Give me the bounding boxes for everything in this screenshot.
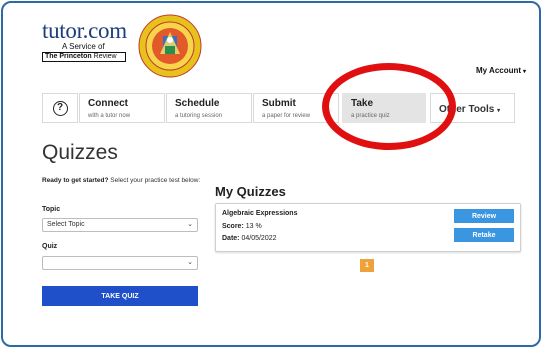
score-value: 13 % xyxy=(243,223,262,230)
topic-select-value: Select Topic xyxy=(47,221,85,228)
my-quizzes-heading: My Quizzes xyxy=(215,184,286,199)
chevron-down-icon: ⌄ xyxy=(187,259,193,266)
quiz-date: Date: 04/05/2022 xyxy=(222,235,277,242)
princeton-review-badge: The Princeton Review xyxy=(42,52,126,62)
service-of-text: A Service of xyxy=(62,42,105,51)
nav-tile-connect[interactable]: Connect with a tutor now xyxy=(79,93,165,123)
chevron-down-icon: ⌄ xyxy=(187,221,193,228)
date-label: Date: xyxy=(222,235,240,242)
score-label: Score: xyxy=(222,223,244,230)
highlight-ring-annotation xyxy=(322,63,456,150)
retake-button[interactable]: Retake xyxy=(454,228,514,242)
nav-tile-schedule[interactable]: Schedule a tutoring session xyxy=(166,93,252,123)
princeton-rest-text: Review xyxy=(91,53,117,60)
nav-tile-subtitle: with a tutor now xyxy=(88,113,131,119)
tutor-com-wordmark: tutor.com xyxy=(42,18,127,43)
page-title: Quizzes xyxy=(42,141,118,164)
quiz-select[interactable]: ⌄ xyxy=(42,256,198,270)
intro-bold-text: Ready to get started? xyxy=(42,177,109,184)
chevron-down-icon: ▾ xyxy=(523,69,527,75)
nav-tile-title: Connect xyxy=(88,98,128,109)
take-quiz-button[interactable]: TAKE QUIZ xyxy=(42,286,198,306)
quiz-score: Score: 13 % xyxy=(222,223,262,230)
lausd-seal-logo xyxy=(138,14,202,78)
intro-rest-text: Select your practice test below: xyxy=(108,177,201,184)
tutor-com-logo[interactable]: tutor.com A Service of The Princeton Rev… xyxy=(42,18,127,62)
topic-select[interactable]: Select Topic ⌄ xyxy=(42,218,198,232)
help-icon: ? xyxy=(52,100,68,116)
princeton-bold-text: The Princeton xyxy=(45,53,92,60)
nav-tile-subtitle: a tutoring session xyxy=(175,113,223,119)
chevron-down-icon: ▾ xyxy=(497,108,501,114)
my-account-menu[interactable]: My Account ▾ xyxy=(476,66,526,75)
review-button[interactable]: Review xyxy=(454,209,514,223)
quiz-name: Algebraic Expressions xyxy=(222,210,298,217)
help-button[interactable]: ? xyxy=(42,93,78,123)
topic-label: Topic xyxy=(42,206,61,213)
date-value: 04/05/2022 xyxy=(239,235,277,242)
intro-text: Ready to get started? Select your practi… xyxy=(42,176,202,185)
pagination-page-1[interactable]: 1 xyxy=(360,259,374,272)
nav-tile-title: Schedule xyxy=(175,98,220,109)
quiz-label: Quiz xyxy=(42,243,58,250)
my-account-label: My Account xyxy=(476,66,522,75)
quiz-card: Algebraic Expressions Score: 13 % Date: … xyxy=(215,203,521,252)
